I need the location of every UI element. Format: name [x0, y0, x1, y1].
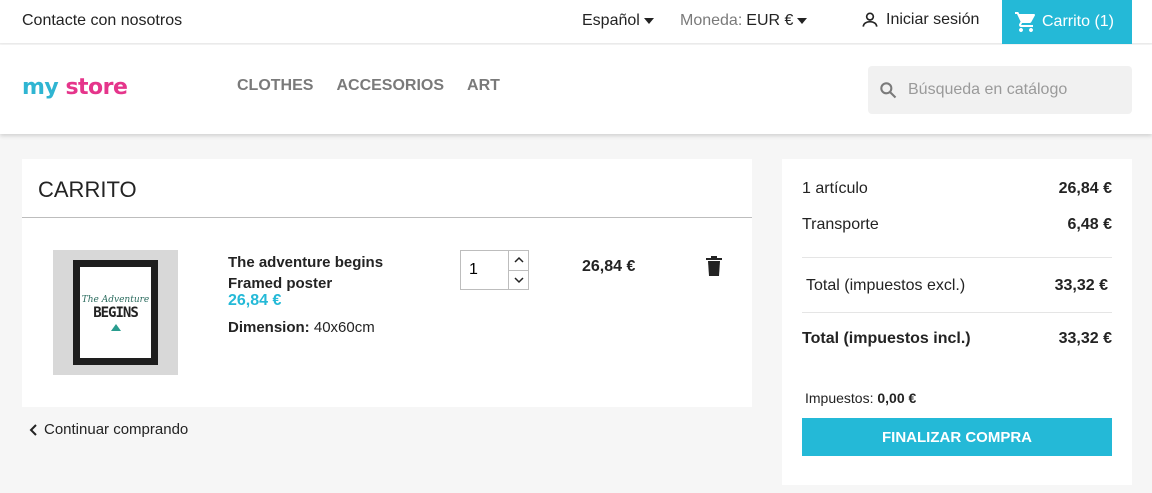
cart-icon	[1015, 12, 1036, 32]
summary-shipping-label: Transporte	[802, 216, 879, 233]
dimension-label: Dimension:	[228, 319, 310, 336]
summary-total-excl-value: 33,32 €	[1054, 277, 1108, 294]
summary-tax-value: 0,00 €	[877, 390, 917, 406]
quantity-stepper	[460, 250, 529, 290]
menu-item-accesorios[interactable]: ACCESORIOS	[336, 77, 444, 95]
cart-button[interactable]: Carrito (1)	[1002, 0, 1132, 44]
dimension-value: 40x60cm	[313, 319, 375, 336]
contact-link[interactable]: Contacte con nosotros	[22, 12, 182, 30]
chevron-up-icon	[513, 257, 524, 263]
cart-panel: CARRITO The Adventure BEGINS The adventu…	[22, 159, 752, 407]
top-nav-bar: Contacte con nosotros Español Moneda: EU…	[0, 0, 1152, 44]
main-menu: CLOTHES ACCESORIOS ART	[237, 77, 500, 95]
store-logo[interactable]: my store	[22, 75, 128, 100]
currency-selector[interactable]: Moneda: EUR €	[680, 12, 808, 30]
product-price: 26,84 €	[228, 292, 282, 309]
summary-items-value: 26,84 €	[1058, 180, 1112, 197]
line-total: 26,84 €	[582, 258, 636, 275]
quantity-input[interactable]	[461, 251, 508, 289]
summary-shipping-value: 6,48 €	[1067, 216, 1112, 233]
cart-summary: 1 artículo 26,84 € Transporte 6,48 € Tot…	[782, 159, 1132, 485]
product-name[interactable]: The adventure begins Framed poster	[228, 252, 428, 294]
caret-down-icon	[643, 18, 654, 24]
cart-title: CARRITO	[38, 177, 137, 202]
chevron-down-icon	[513, 277, 524, 283]
logo-my: my	[22, 75, 59, 100]
poster-triangle	[110, 323, 121, 331]
quantity-increase-button[interactable]	[509, 251, 528, 271]
quantity-decrease-button[interactable]	[509, 271, 528, 290]
caret-down-icon	[797, 18, 808, 24]
currency-label: Moneda:	[680, 12, 743, 29]
language-selector[interactable]: Español	[582, 12, 654, 30]
remove-item-button[interactable]	[706, 256, 722, 281]
summary-total-excl-row: Total (impuestos excl.) 33,32 €	[802, 277, 1112, 295]
signin-link[interactable]: Iniciar sesión	[860, 10, 979, 30]
poster-frame: The Adventure BEGINS	[73, 260, 158, 365]
chevron-left-icon	[29, 423, 37, 436]
poster-image: The Adventure BEGINS	[80, 267, 151, 358]
menu-item-clothes[interactable]: CLOTHES	[237, 77, 313, 95]
person-icon	[862, 12, 878, 27]
product-thumbnail[interactable]: The Adventure BEGINS	[53, 250, 178, 375]
search-icon	[880, 82, 897, 99]
language-label: Español	[582, 12, 640, 29]
summary-items-label: 1 artículo	[802, 180, 868, 197]
signin-label: Iniciar sesión	[886, 11, 980, 28]
search-box	[868, 66, 1132, 114]
summary-shipping-row: Transporte 6,48 €	[802, 216, 1112, 234]
quantity-buttons	[508, 251, 528, 289]
poster-text-top: The Adventure	[81, 294, 150, 305]
summary-divider	[802, 257, 1112, 258]
logo-store: store	[65, 75, 128, 100]
currency-value: EUR €	[746, 12, 794, 29]
poster-text-main: BEGINS	[93, 304, 139, 321]
product-name-line1: The adventure begins	[228, 254, 384, 271]
checkout-button[interactable]: FINALIZAR COMPRA	[802, 418, 1112, 456]
product-name-line2: Framed poster	[228, 275, 333, 292]
summary-total-incl-label: Total (impuestos incl.)	[802, 330, 971, 347]
summary-items-row: 1 artículo 26,84 €	[802, 180, 1112, 198]
product-dimension: Dimension: 40x60cm	[228, 319, 375, 336]
cart-label: Carrito (1)	[1042, 13, 1115, 30]
continue-label: Continuar comprando	[44, 421, 189, 438]
menu-item-art[interactable]: ART	[467, 77, 500, 95]
continue-shopping-link[interactable]: Continuar comprando	[28, 421, 188, 438]
summary-divider	[802, 312, 1112, 313]
trash-icon	[706, 256, 722, 276]
site-header: my store CLOTHES ACCESORIOS ART	[0, 45, 1152, 134]
search-input[interactable]	[908, 81, 1108, 99]
summary-total-excl-label: Total (impuestos excl.)	[806, 277, 966, 294]
cart-divider	[22, 217, 752, 218]
summary-tax: Impuestos: 0,00 €	[805, 390, 916, 406]
summary-total-incl-row: Total (impuestos incl.) 33,32 €	[802, 330, 1112, 348]
summary-total-incl-value: 33,32 €	[1058, 330, 1112, 347]
summary-tax-label: Impuestos:	[805, 390, 874, 406]
